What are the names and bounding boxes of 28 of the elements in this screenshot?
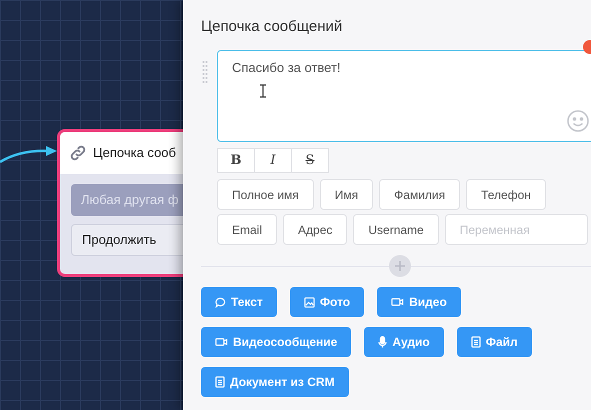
variable-button[interactable]: Username [353, 214, 439, 245]
panel-title: Цепочка сообщений [201, 17, 342, 37]
microphone-icon [378, 336, 388, 348]
document-icon [470, 336, 481, 348]
variable-button[interactable]: Полное имя [217, 179, 314, 210]
document-icon [215, 376, 225, 388]
node-card[interactable]: Цепочка сооб Любая другая ф Продолжить [57, 129, 183, 277]
variable-button[interactable]: Адрес [283, 214, 348, 245]
variable-input[interactable]: Переменная [444, 214, 588, 245]
message-field[interactable]: Спасибо за ответ! [217, 50, 591, 142]
variable-button[interactable]: Телефон [466, 179, 546, 210]
camera-icon [215, 337, 228, 347]
smiley-icon [567, 110, 589, 132]
strikethrough-button[interactable]: S [291, 148, 329, 173]
link-icon [69, 144, 87, 162]
variable-button[interactable]: Email [217, 214, 278, 245]
image-icon [304, 296, 315, 308]
variable-button[interactable]: Имя [320, 179, 374, 210]
add-icon[interactable] [389, 255, 411, 277]
drag-handle-icon [202, 60, 208, 84]
italic-button[interactable]: I [254, 148, 292, 173]
bold-button[interactable]: B [217, 148, 255, 173]
node-title: Цепочка сооб [93, 144, 176, 162]
camera-icon [391, 297, 404, 307]
node-option-button[interactable]: Продолжить [71, 224, 183, 256]
text-cursor-icon [260, 84, 266, 98]
variable-button[interactable]: Фамилия [379, 179, 460, 210]
speech-bubble-icon [215, 296, 226, 308]
